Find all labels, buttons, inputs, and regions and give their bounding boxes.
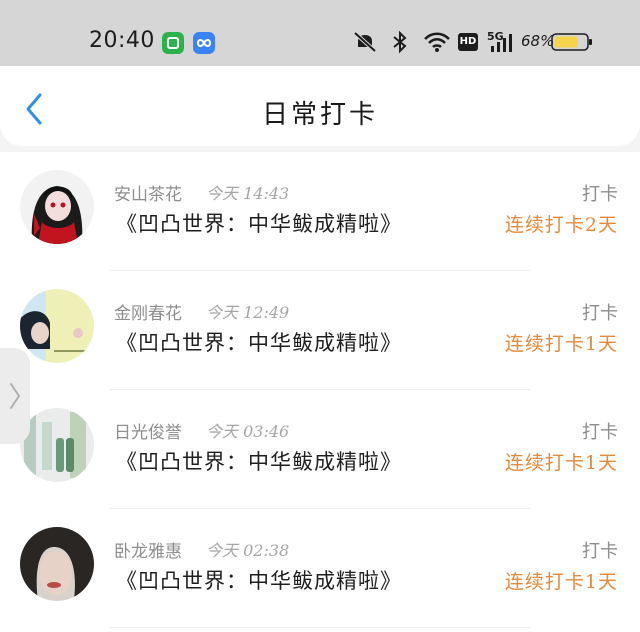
streak-label: 连续打卡1天 xyxy=(504,571,618,593)
streak-label: 连续打卡1天 xyxy=(504,452,618,474)
bluetooth-icon xyxy=(393,30,407,54)
checkin-time: 今天 12:49 xyxy=(206,303,290,322)
user-name: 金刚春花 xyxy=(114,304,182,324)
hd-icon: HD xyxy=(458,33,478,51)
battery-icon xyxy=(551,33,592,51)
status-time: 20:40 xyxy=(89,28,155,53)
side-drawer-handle[interactable] xyxy=(0,348,30,444)
streak-label: 连续打卡1天 xyxy=(504,333,618,355)
wechat-app-icon xyxy=(162,32,184,54)
book-title: 《凹凸世界：中华鲅成精啦》 xyxy=(116,331,402,355)
nav-header: 日常打卡 xyxy=(0,66,640,146)
avatar xyxy=(20,408,94,482)
checkin-label: 打卡 xyxy=(582,303,618,324)
user-name: 安山茶花 xyxy=(114,185,182,205)
list-item[interactable]: 安山茶花 今天 14:43 《凹凸世界：中华鲅成精啦》 打卡 连续打卡2天 xyxy=(0,152,640,271)
chevron-right-icon xyxy=(10,383,20,409)
avatar xyxy=(20,527,94,601)
wifi-icon xyxy=(424,32,450,52)
checkin-time: 今天 02:38 xyxy=(206,541,290,560)
checkin-list: 安山茶花 今天 14:43 《凹凸世界：中华鲅成精啦》 打卡 连续打卡2天 金刚… xyxy=(0,152,640,632)
streak-label: 连续打卡2天 xyxy=(504,214,618,236)
book-title: 《凹凸世界：中华鲅成精啦》 xyxy=(116,450,402,474)
checkin-label: 打卡 xyxy=(582,541,618,562)
checkin-time: 今天 03:46 xyxy=(206,422,290,441)
infinity-app-icon xyxy=(193,32,215,54)
battery-percent: 68% xyxy=(521,32,555,50)
avatar xyxy=(20,170,94,244)
user-name: 卧龙雅惠 xyxy=(114,542,182,562)
list-item[interactable]: 金刚春花 今天 12:49 《凹凸世界：中华鲅成精啦》 打卡 连续打卡1天 xyxy=(0,271,640,390)
silent-bell-icon xyxy=(353,31,377,53)
page-title: 日常打卡 xyxy=(261,100,378,130)
user-name: 日光俊誉 xyxy=(114,423,182,443)
checkin-label: 打卡 xyxy=(582,184,618,205)
avatar xyxy=(20,289,94,363)
checkin-label: 打卡 xyxy=(582,422,618,443)
status-bar: 20:40 HD 5G 68% xyxy=(0,0,640,66)
list-item[interactable]: 卧龙雅惠 今天 02:38 《凹凸世界：中华鲅成精啦》 打卡 连续打卡1天 xyxy=(0,509,640,628)
signal-icon xyxy=(491,34,512,52)
checkin-time: 今天 14:43 xyxy=(206,184,290,203)
book-title: 《凹凸世界：中华鲅成精啦》 xyxy=(116,569,402,593)
list-item[interactable]: 日光俊誉 今天 03:46 《凹凸世界：中华鲅成精啦》 打卡 连续打卡1天 xyxy=(0,390,640,509)
book-title: 《凹凸世界：中华鲅成精啦》 xyxy=(116,212,402,236)
